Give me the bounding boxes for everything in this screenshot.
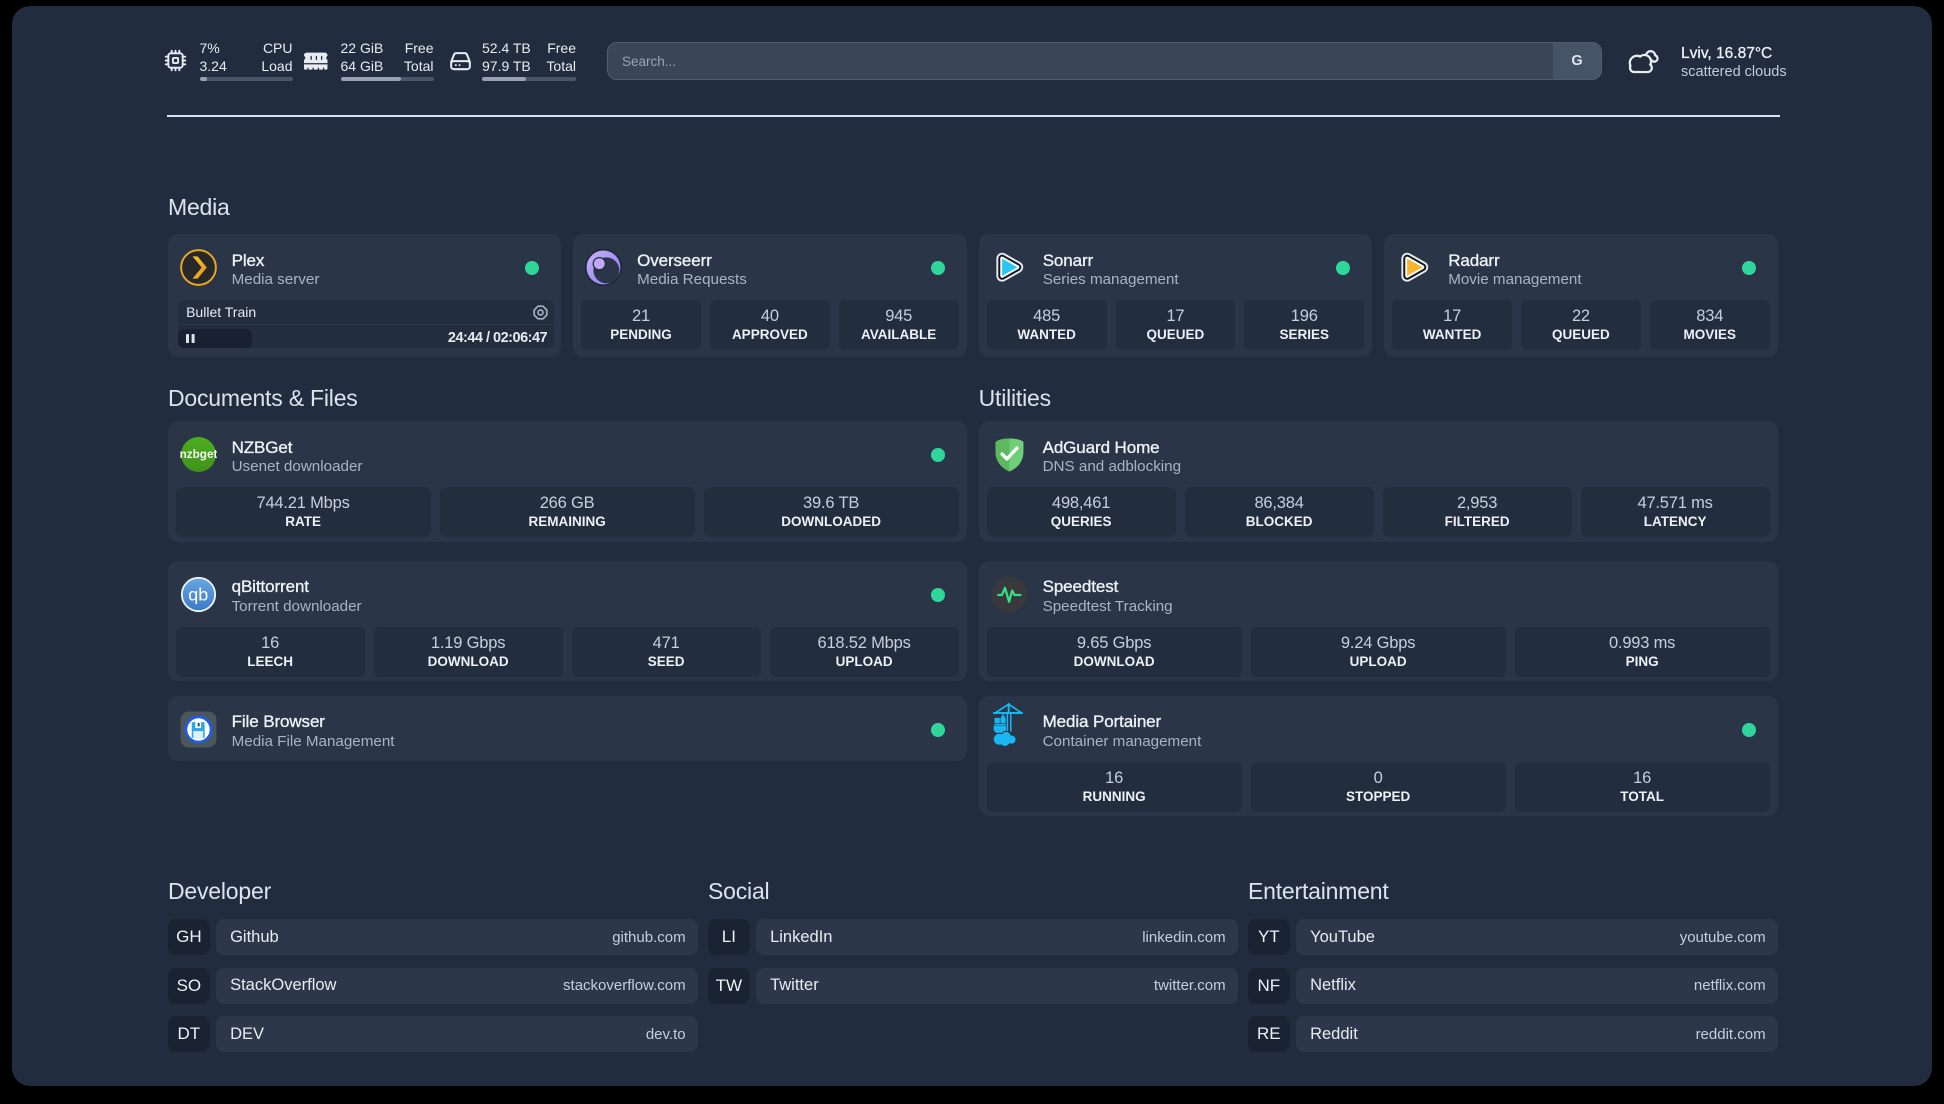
svg-text:qb: qb	[188, 584, 208, 604]
svg-text:nzbget: nzbget	[180, 448, 217, 461]
